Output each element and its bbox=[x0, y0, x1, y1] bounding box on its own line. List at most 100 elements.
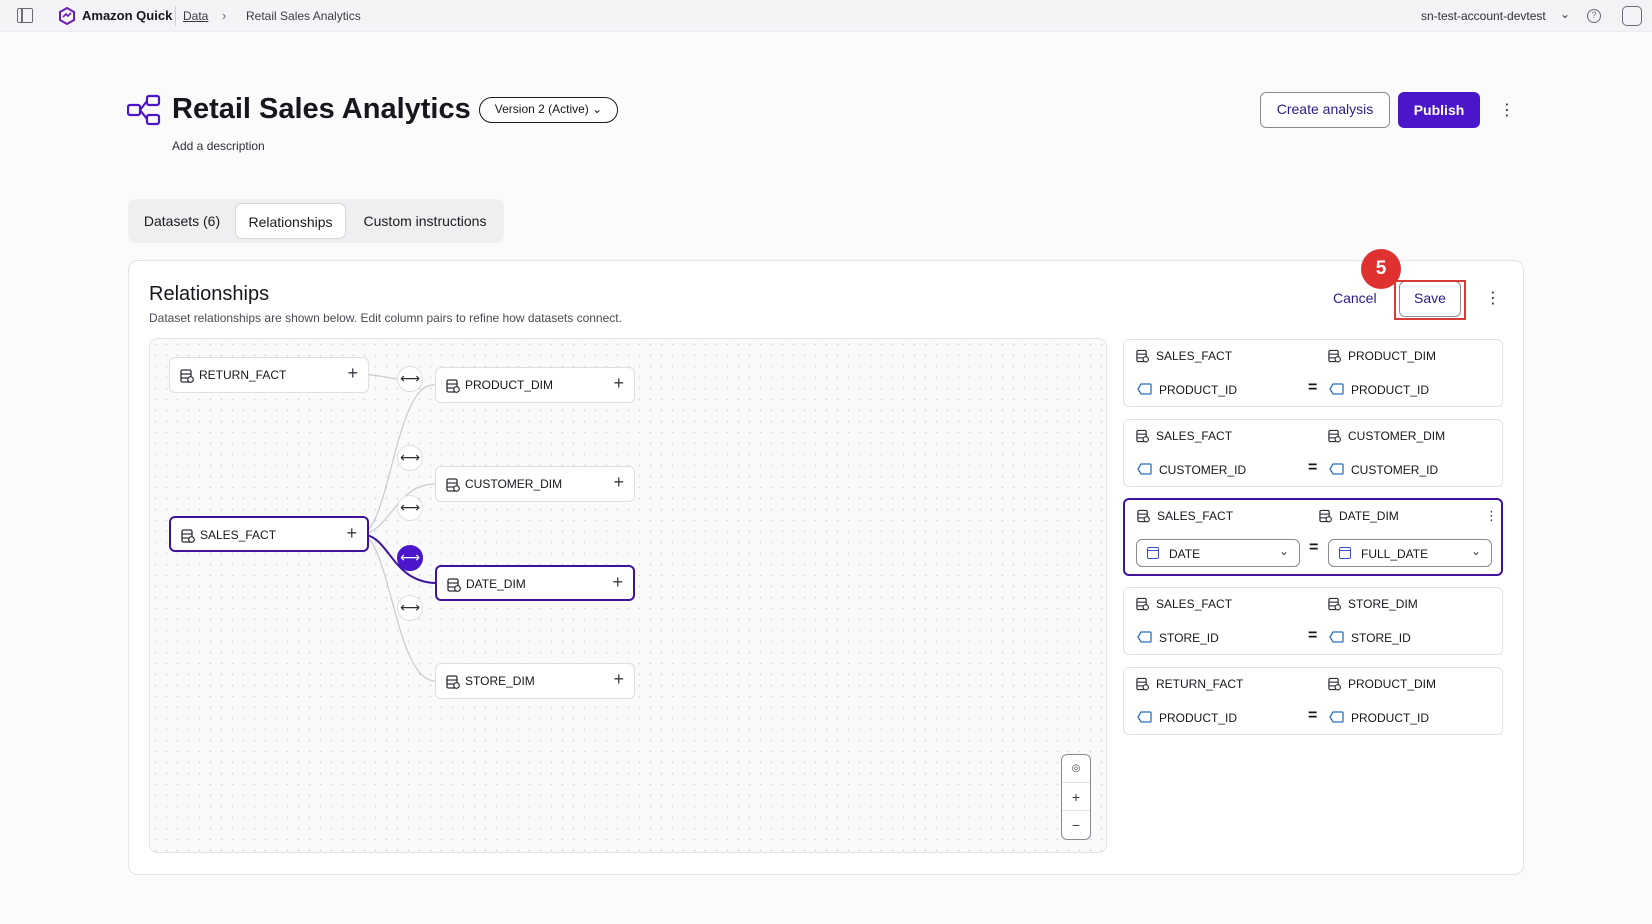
add-relationship-icon[interactable]: + bbox=[613, 669, 624, 690]
dataset-icon bbox=[1136, 677, 1149, 691]
column-tag-icon bbox=[1137, 631, 1152, 643]
node-label: CUSTOMER_DIM bbox=[465, 477, 563, 491]
dataset-icon bbox=[1328, 677, 1341, 691]
relationship-graph-canvas[interactable]: RETURN_FACT + PRODUCT_DIM + CUSTOMER_DIM… bbox=[149, 338, 1107, 853]
graph-node-date-dim[interactable]: DATE_DIM + bbox=[435, 565, 635, 601]
fit-view-icon[interactable]: ◎ bbox=[1062, 755, 1090, 783]
relationship-card[interactable]: SALES_FACT STORE_DIM STORE_ID = STORE_ID bbox=[1123, 587, 1503, 655]
relationship-connector-icon[interactable]: ⟷ bbox=[397, 366, 423, 392]
relationship-connector-icon[interactable]: ⟷ bbox=[397, 595, 423, 621]
panel-subtitle: Dataset relationships are shown below. E… bbox=[149, 311, 622, 325]
right-column: CUSTOMER_ID bbox=[1351, 463, 1439, 477]
left-dataset: RETURN_FACT bbox=[1156, 677, 1244, 691]
relationship-card-editing[interactable]: SALES_FACT DATE_DIM ⋮ DATE ⌄ = FULL_DATE… bbox=[1123, 498, 1503, 576]
left-dataset: SALES_FACT bbox=[1156, 597, 1233, 611]
graph-node-product-dim[interactable]: PRODUCT_DIM + bbox=[435, 367, 635, 403]
dataset-icon bbox=[181, 529, 195, 543]
relationship-card[interactable]: RETURN_FACT PRODUCT_DIM PRODUCT_ID = PRO… bbox=[1123, 667, 1503, 735]
sidebar-toggle-icon[interactable] bbox=[17, 8, 33, 23]
version-label: Version 2 (Active) bbox=[494, 102, 589, 116]
node-label: RETURN_FACT bbox=[199, 368, 287, 382]
left-column: PRODUCT_ID bbox=[1159, 383, 1238, 397]
right-column: PRODUCT_ID bbox=[1351, 711, 1430, 725]
dataset-icon bbox=[1319, 509, 1332, 523]
tab-bar: Datasets (6) Relationships Custom instru… bbox=[128, 199, 504, 243]
add-relationship-icon[interactable]: + bbox=[613, 373, 624, 394]
breadcrumb-data-link[interactable]: Data bbox=[183, 9, 208, 23]
left-column-select[interactable]: DATE ⌄ bbox=[1136, 539, 1300, 567]
graph-node-return-fact[interactable]: RETURN_FACT + bbox=[169, 357, 369, 393]
zoom-controls: ◎ + − bbox=[1061, 754, 1091, 840]
relationship-connector-icon[interactable]: ⟷ bbox=[397, 495, 423, 521]
left-column-value: DATE bbox=[1169, 547, 1201, 561]
zoom-out-icon[interactable]: − bbox=[1062, 811, 1090, 839]
left-dataset: SALES_FACT bbox=[1156, 429, 1233, 443]
left-dataset: SALES_FACT bbox=[1157, 509, 1234, 523]
right-dataset: PRODUCT_DIM bbox=[1348, 349, 1437, 363]
tab-datasets[interactable]: Datasets (6) bbox=[131, 203, 233, 239]
zoom-in-icon[interactable]: + bbox=[1062, 783, 1090, 811]
chevron-down-icon: ⌄ bbox=[1278, 544, 1289, 558]
graph-node-store-dim[interactable]: STORE_DIM + bbox=[435, 663, 635, 699]
right-column-value: FULL_DATE bbox=[1361, 547, 1429, 561]
relationship-connector-active-icon[interactable]: ⟷ bbox=[397, 545, 423, 571]
dataset-icon bbox=[1328, 429, 1341, 443]
top-bar: Amazon Quick Data › Retail Sales Analyti… bbox=[0, 0, 1652, 32]
dataset-icon bbox=[1136, 429, 1149, 443]
panel-more-options-icon[interactable]: ⋮ bbox=[1485, 288, 1501, 308]
help-icon[interactable]: ? bbox=[1587, 9, 1601, 23]
equals-icon: = bbox=[1308, 379, 1318, 396]
dataset-icon bbox=[446, 675, 460, 689]
equals-icon: = bbox=[1308, 459, 1318, 476]
equals-icon: = bbox=[1308, 627, 1318, 644]
relationship-connector-icon[interactable]: ⟷ bbox=[397, 445, 423, 471]
right-column: STORE_ID bbox=[1351, 631, 1411, 645]
node-label: DATE_DIM bbox=[466, 577, 526, 591]
add-relationship-icon[interactable]: + bbox=[613, 472, 624, 493]
topbar-divider bbox=[175, 6, 176, 26]
chevron-right-icon: › bbox=[222, 8, 227, 23]
notification-icon[interactable] bbox=[1622, 6, 1642, 26]
relationship-card[interactable]: SALES_FACT PRODUCT_DIM PRODUCT_ID = PROD… bbox=[1123, 339, 1503, 407]
right-dataset: CUSTOMER_DIM bbox=[1348, 429, 1446, 443]
tab-custom-instructions[interactable]: Custom instructions bbox=[350, 203, 500, 239]
create-analysis-button[interactable]: Create analysis bbox=[1260, 92, 1390, 128]
dataset-icon bbox=[1328, 597, 1341, 611]
add-relationship-icon[interactable]: + bbox=[346, 523, 357, 544]
left-column: PRODUCT_ID bbox=[1159, 711, 1238, 725]
equals-icon: = bbox=[1308, 707, 1318, 724]
node-label: STORE_DIM bbox=[465, 674, 535, 688]
add-description-link[interactable]: Add a description bbox=[172, 139, 265, 153]
page-title: Retail Sales Analytics bbox=[172, 93, 471, 125]
card-more-options-icon[interactable]: ⋮ bbox=[1485, 508, 1498, 524]
graph-node-customer-dim[interactable]: CUSTOMER_DIM + bbox=[435, 466, 635, 502]
dataset-icon bbox=[180, 369, 194, 383]
version-dropdown[interactable]: Version 2 (Active) ⌄ bbox=[479, 97, 618, 123]
node-label: PRODUCT_DIM bbox=[465, 378, 554, 392]
quick-logo-icon[interactable] bbox=[58, 7, 76, 25]
tab-relationships[interactable]: Relationships bbox=[235, 203, 346, 239]
breadcrumb-current: Retail Sales Analytics bbox=[246, 9, 361, 23]
step-badge: 5 bbox=[1361, 249, 1401, 289]
dataset-icon bbox=[446, 478, 460, 492]
cancel-button[interactable]: Cancel bbox=[1333, 290, 1377, 306]
right-column-select[interactable]: FULL_DATE ⌄ bbox=[1328, 539, 1492, 567]
column-tag-icon bbox=[1329, 463, 1344, 475]
calendar-icon bbox=[1147, 547, 1159, 559]
chevron-down-icon[interactable]: ⌄ bbox=[1560, 7, 1570, 21]
account-menu[interactable]: sn-test-account-devtest bbox=[1421, 9, 1546, 23]
relationships-panel: Relationships Dataset relationships are … bbox=[128, 249, 1524, 875]
chevron-down-icon: ⌄ bbox=[592, 102, 603, 116]
graph-node-sales-fact[interactable]: SALES_FACT + bbox=[169, 516, 369, 552]
left-column: CUSTOMER_ID bbox=[1159, 463, 1247, 477]
more-options-icon[interactable]: ⋮ bbox=[1499, 100, 1515, 120]
equals-icon: = bbox=[1309, 539, 1319, 556]
publish-button[interactable]: Publish bbox=[1398, 92, 1480, 128]
add-relationship-icon[interactable]: + bbox=[347, 363, 358, 384]
column-tag-icon bbox=[1329, 711, 1344, 723]
app-name[interactable]: Amazon Quick bbox=[82, 8, 172, 23]
add-relationship-icon[interactable]: + bbox=[612, 572, 623, 593]
relationship-card[interactable]: SALES_FACT CUSTOMER_DIM CUSTOMER_ID = CU… bbox=[1123, 419, 1503, 487]
chevron-down-icon: ⌄ bbox=[1470, 544, 1481, 558]
dataset-icon bbox=[1328, 349, 1341, 363]
